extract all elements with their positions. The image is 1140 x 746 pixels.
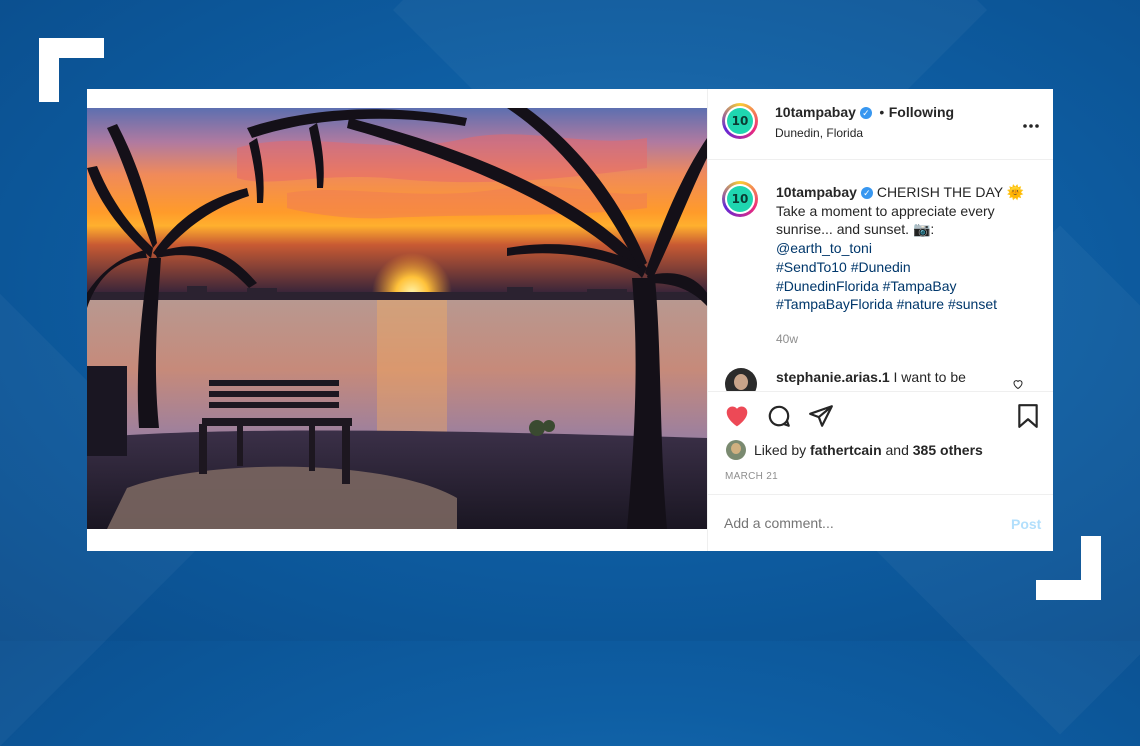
post-comment-button[interactable]: Post — [1011, 516, 1041, 532]
comment-heart-icon[interactable] — [1012, 377, 1024, 391]
more-dots-icon[interactable] — [1022, 116, 1040, 134]
avatar-logo-text: 10 — [727, 108, 753, 134]
commenter-avatar[interactable] — [725, 368, 757, 391]
likes-prefix: Liked by — [754, 442, 807, 458]
heart-filled-icon[interactable] — [724, 403, 750, 432]
following-button[interactable]: Following — [889, 104, 954, 120]
comment-icon[interactable] — [766, 403, 792, 434]
post-caption: 10tampabay ✓ CHERISH THE DAY 🌞 Take a mom… — [776, 183, 1041, 349]
verified-badge-icon: ✓ — [859, 106, 872, 119]
post-sidebar: 10 10tampabay ✓ • Following Dunedin, Flor… — [707, 89, 1053, 551]
caption-line-3-text: sunrise... and sunset. — [776, 221, 910, 238]
separator-dot: • — [879, 104, 885, 120]
likes-summary: Liked by fathertcain and 385 others — [754, 442, 983, 458]
post-photo[interactable] — [87, 108, 707, 529]
caption-age[interactable]: 40w — [776, 330, 1041, 349]
sunset-photo-image — [87, 108, 707, 529]
likes-and: and — [885, 442, 909, 458]
add-comment-divider — [708, 494, 1053, 495]
caption-line-2: Take a moment to appreciate every — [776, 202, 995, 219]
header-user-line: 10tampabay ✓ • Following — [775, 104, 954, 122]
post-date[interactable]: MARCH 21 — [725, 471, 778, 482]
verified-badge-icon: ✓ — [860, 187, 873, 200]
hashtags-line-3[interactable]: #TampaBayFlorida #nature #sunset — [776, 295, 1041, 314]
post-header: 10 10tampabay ✓ • Following Dunedin, Flor… — [708, 89, 1053, 160]
comment-username[interactable]: stephanie.arias.1 — [776, 369, 890, 385]
hashtags-line-2[interactable]: #DunedinFlorida #TampaBay — [776, 277, 1041, 296]
comment-row: stephanie.arias.1 I want to be — [708, 359, 1053, 391]
caption-colon: : — [930, 221, 935, 238]
bookmark-icon[interactable] — [1017, 403, 1039, 434]
actions-divider — [708, 391, 1053, 392]
instagram-post-card: 10 10tampabay ✓ • Following Dunedin, Flor… — [87, 89, 1053, 551]
hashtags-line-1[interactable]: #SendTo10 #Dunedin — [776, 258, 1041, 277]
avatar[interactable]: 10 — [722, 103, 758, 139]
liker-username[interactable]: fathertcain — [810, 442, 882, 458]
caption-avatar-logo-text: 10 — [727, 186, 753, 212]
header-username[interactable]: 10tampabay — [775, 104, 856, 120]
caption-avatar[interactable]: 10 — [722, 181, 758, 217]
sun-emoji-icon: 🌞 — [1006, 184, 1025, 200]
mention-link[interactable]: @earth_to_toni — [776, 239, 1041, 258]
caption-username[interactable]: 10tampabay — [776, 184, 857, 200]
camera-emoji-icon: 📷 — [912, 221, 931, 238]
caption-text: CHERISH THE DAY — [876, 184, 1003, 200]
add-comment-input[interactable] — [724, 511, 994, 535]
caption-line-3: sunrise... and sunset. 📷: — [776, 220, 1041, 239]
likes-count[interactable]: 385 others — [913, 442, 983, 458]
comment-text: I want to be — [893, 369, 966, 385]
location-link[interactable]: Dunedin, Florida — [775, 126, 863, 140]
share-icon[interactable] — [808, 403, 834, 434]
liker-avatar[interactable] — [726, 440, 746, 460]
caption-line-1: 10tampabay ✓ CHERISH THE DAY 🌞 — [776, 183, 1041, 202]
comment-text-line: stephanie.arias.1 I want to be — [776, 369, 966, 385]
